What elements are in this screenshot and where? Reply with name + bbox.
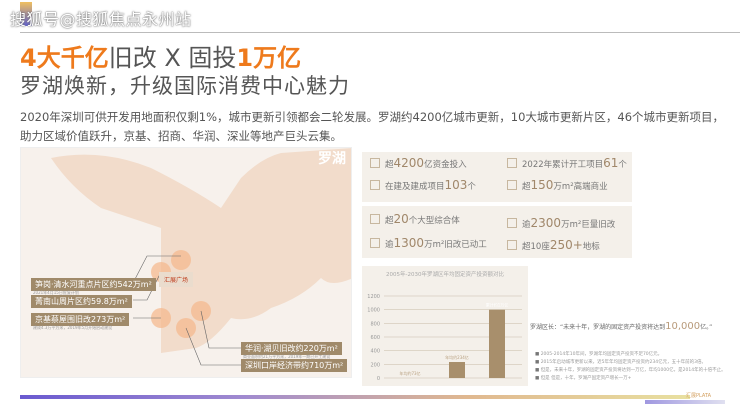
investment-chart: 2005年-2030年罗湖区年均固定资产投资额对比 0 200 400 600 800 1… xyxy=(362,266,528,386)
stat-text: 2022年累计开工项目61个 xyxy=(522,156,627,170)
quote-number: 10,000 xyxy=(665,321,701,332)
shop-icon xyxy=(507,180,517,190)
data-label: 年均约234亿 xyxy=(445,354,469,360)
brand-mark: 汇展PLATA xyxy=(686,393,712,399)
coins-icon xyxy=(370,158,380,168)
stat-text: 超10座250+地标 xyxy=(522,238,600,252)
quote-suffix: 亿。” xyxy=(700,324,713,331)
map-panel: 罗湖 汇展广场 笋岗·清水河重点片区约542万m² 2021年4月15日批复计划… xyxy=(20,147,352,378)
divider xyxy=(20,32,740,33)
buildings-icon xyxy=(507,158,517,168)
y-tick-label: 800 xyxy=(370,321,380,327)
stat-text: 超4200亿资金投入 xyxy=(385,156,467,170)
stat-item: 超20个大型综合体 xyxy=(370,212,460,226)
district-label: 罗湖 xyxy=(318,151,346,167)
title-part: 4大千亿 xyxy=(20,44,109,72)
bar xyxy=(449,362,465,378)
bullet-item: 但是，未来十年，罗湖的固定资产投资将达到一万亿，年均1000亿，是2014年的十… xyxy=(535,367,726,375)
watermark: 搜狐号@搜狐焦点永州站 xyxy=(10,10,192,29)
stat-text: 逾2300万m²巨量旧改 xyxy=(522,216,616,230)
stat-text: 超150万m²高端商业 xyxy=(522,178,608,192)
y-tick-label: 600 xyxy=(370,335,380,341)
buildings-icon xyxy=(370,180,380,190)
stat-item: 超150万m²高端商业 xyxy=(507,178,608,192)
stat-item: 超4200亿资金投入 xyxy=(370,156,467,170)
stat-text: 逾1300万m²旧改已动工 xyxy=(385,236,487,250)
stat-item: 逾2300万m²巨量旧改 xyxy=(507,216,615,230)
gradient-bar xyxy=(20,395,690,399)
data-label: 累计约1万亿 xyxy=(486,302,509,308)
quote-text: 罗湖区长：“未来十年，罗湖的固定资产投资将达到 xyxy=(530,324,666,331)
tower-icon xyxy=(507,240,517,250)
bullet-list: 2005-2014年10年间，罗湖年均固定资产投资不足70亿元。 2015年启动… xyxy=(535,351,726,383)
stat-item: 逾1300万m²旧改已动工 xyxy=(370,236,487,250)
bullet-item: 但是 但是，十年，罗湖产固定资产增长一万+ xyxy=(535,375,726,383)
stat-item: 超10座250+地标 xyxy=(507,238,600,252)
map-note: 建成4.3万平方米，2019年5月开始启动建设 xyxy=(33,325,113,330)
crane-icon xyxy=(370,238,380,248)
page-title: 4大千亿旧改 X 固投1万亿 xyxy=(20,38,301,73)
page-subtitle: 罗湖焕新，升级国际消费中心魅力 xyxy=(20,74,350,98)
title-part: 1万亿 xyxy=(236,44,302,72)
map-label: 深圳口岸经济带约710万m² xyxy=(241,359,348,372)
map-label: 菁南山周片区约59.8万m² xyxy=(31,295,132,308)
stat-text: 在建及建成项目103个 xyxy=(385,178,476,192)
stat-item: 2022年累计开工项目61个 xyxy=(507,156,627,170)
y-tick-label: 0 xyxy=(377,376,380,382)
title-part: 旧改 X 固投 xyxy=(108,44,237,72)
bar xyxy=(489,309,505,378)
y-tick-label: 200 xyxy=(370,362,380,368)
quote: 罗湖区长：“未来十年，罗湖的固定资产投资将达到10,000亿。” xyxy=(530,321,735,332)
crane-icon xyxy=(507,218,517,228)
bullet-item: 2015年启动城市更新以来，近5年年均固定资产投资约234亿元，五十年前的3倍。 xyxy=(535,359,726,367)
data-label: 年均约73亿 xyxy=(399,370,420,376)
complex-icon xyxy=(370,214,380,224)
center-marker: 汇展广场 xyxy=(159,272,194,287)
y-tick-label: 1200 xyxy=(367,294,380,300)
stat-item: 在建及建成项目103个 xyxy=(370,178,476,192)
y-tick-label: 400 xyxy=(370,349,380,355)
stat-text: 超20个大型综合体 xyxy=(385,212,460,226)
bullet-item: 2005-2014年10年间，罗湖年均固定资产投资不足70亿元。 xyxy=(535,351,726,359)
y-tick-label: 1000 xyxy=(367,308,380,314)
decorative-swoosh xyxy=(645,400,725,404)
intro-paragraph: 2020年深圳可供开发用地面积仅剩1%，城市更新引领都会二轮发展。罗湖约4200… xyxy=(20,110,725,143)
chart-plot: 0 200 400 600 800 1000 1200 年均约73亿 年均约234亿 累计约1万亿 xyxy=(367,294,522,382)
